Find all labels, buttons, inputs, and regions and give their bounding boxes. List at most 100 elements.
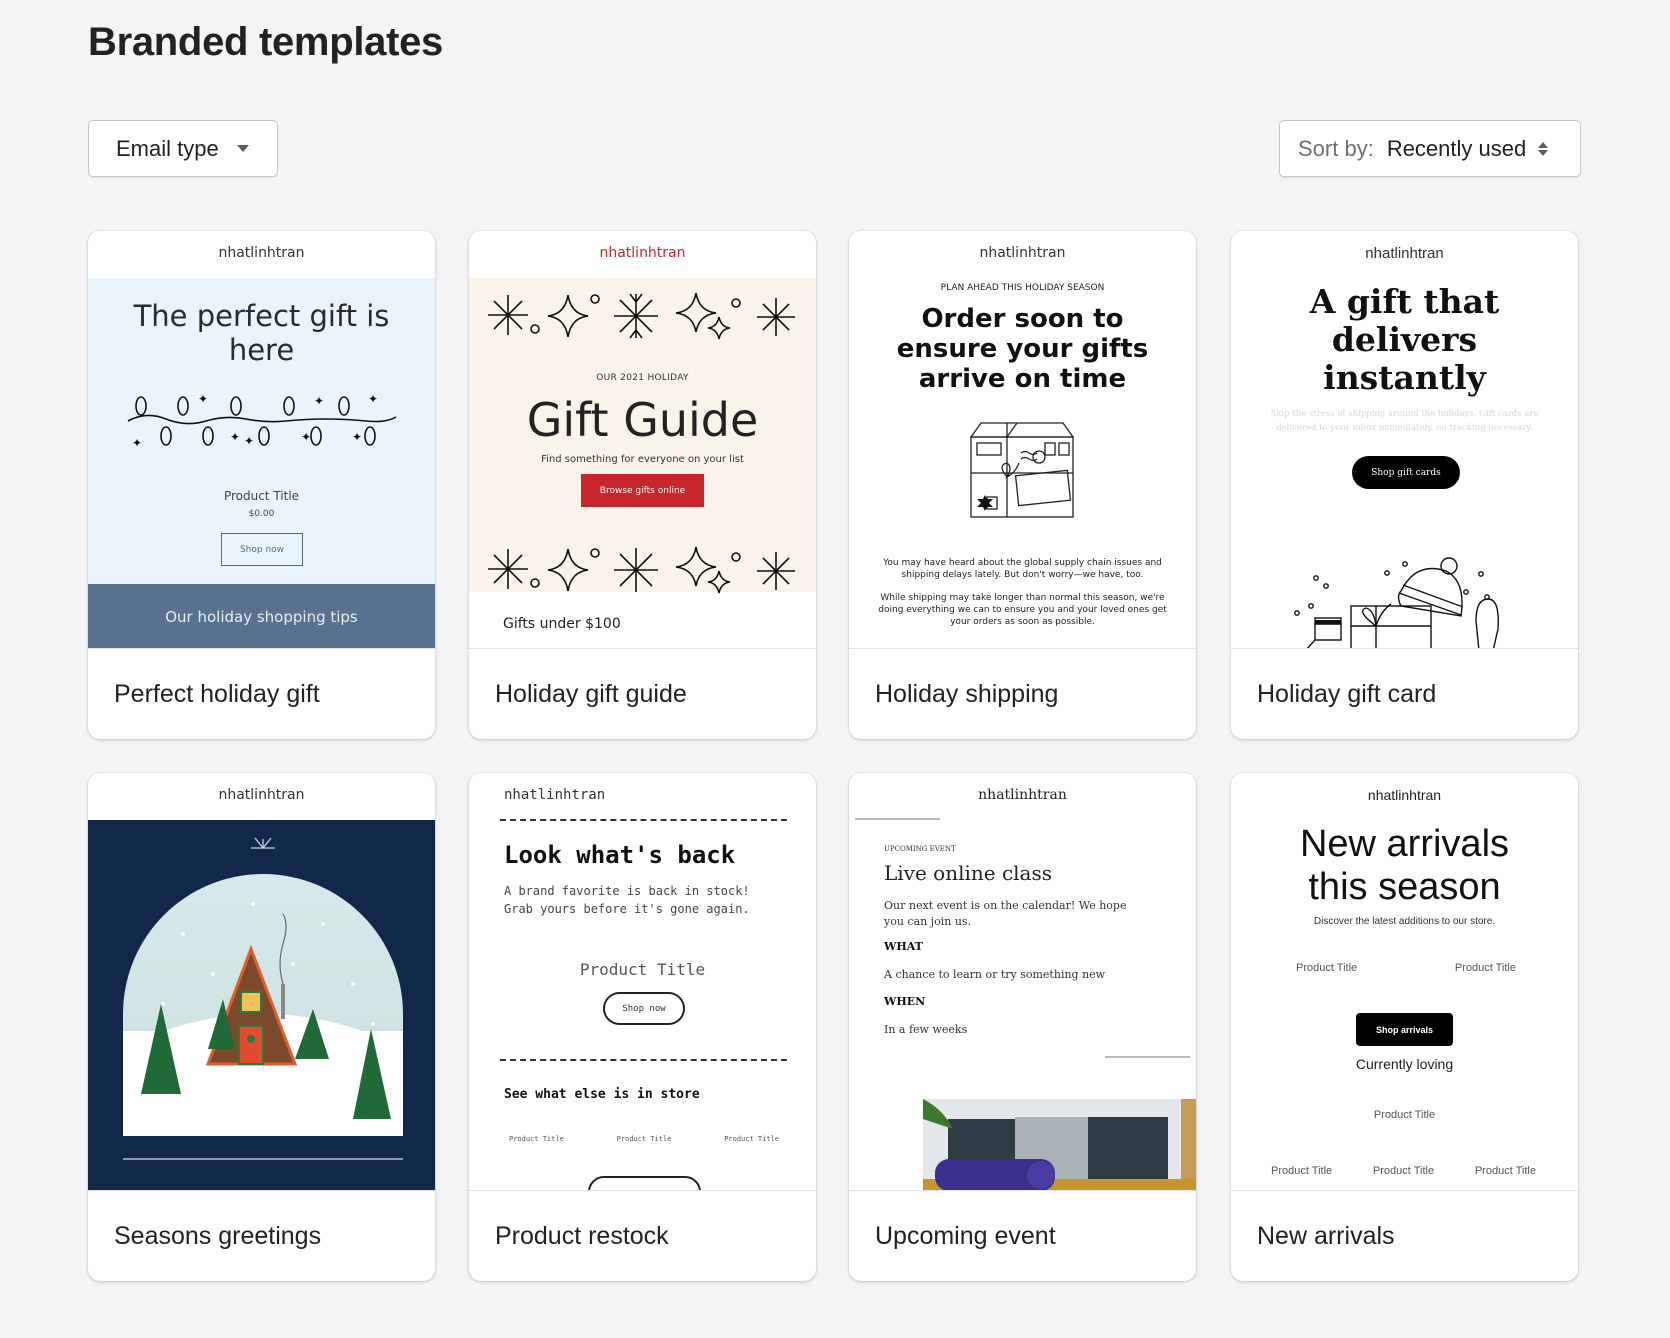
preview-subtext: Find something for everyone on your list [541, 454, 744, 465]
preview-headline: The perfect gift is here [133, 299, 390, 367]
preview-eyebrow: UPCOMING EVENT [884, 845, 956, 853]
preview-headline: A gift that delivers instantly [1309, 282, 1500, 397]
template-preview: nhatlinhtran OUR 2021 HOLIDAY Gift Guide… [469, 231, 816, 649]
preview-eyebrow: OUR 2021 HOLIDAY [596, 373, 689, 383]
template-card-product-restock[interactable]: nhatlinhtran Look what's back A brand fa… [469, 773, 816, 1281]
preview-body: You may have heard about the global supp… [869, 557, 1176, 628]
preview-body-paragraph: You may have heard about the global supp… [883, 558, 1162, 580]
svg-text:✦: ✦ [244, 434, 254, 448]
svg-text:✦: ✦ [314, 394, 324, 408]
template-name: Holiday gift guide [495, 679, 687, 708]
sort-label: Sort by: [1298, 135, 1374, 161]
preview-brand-name: nhatlinhtran [218, 787, 305, 803]
preview-section-title: See what else is in store [504, 1087, 700, 1102]
preview-what-label: WHAT [884, 940, 923, 953]
preview-banner: Our holiday shopping tips [88, 584, 435, 648]
preview-when-value: In a few weeks [884, 1023, 968, 1036]
template-preview: nhatlinhtran Look what's back A brand fa… [469, 773, 816, 1191]
preview-product-title: Product Title [1271, 1165, 1333, 1177]
divider [123, 1158, 403, 1160]
preview-product-row: Product Title Product Title [1296, 962, 1516, 974]
preview-body-paragraph: While shipping may take longer than norm… [878, 593, 1167, 627]
template-name: Holiday gift card [1257, 679, 1437, 708]
preview-shop-arrivals-button: Shop arrivals [1356, 1013, 1453, 1046]
preview-product-title: Product Title [223, 489, 300, 503]
preview-product-title: Product Title [724, 1135, 779, 1143]
preview-brand-name: nhatlinhtran [1367, 787, 1442, 803]
template-card-holiday-shipping[interactable]: nhatlinhtran PLAN AHEAD THIS HOLIDAY SEA… [849, 231, 1196, 739]
preview-section-title: Currently loving [1355, 1056, 1454, 1072]
snow-globe-cabin-image [123, 874, 403, 1136]
preview-product-title: Product Title [579, 960, 706, 979]
email-type-filter-button[interactable]: Email type [88, 120, 278, 177]
preview-brand-name: nhatlinhtran [1365, 245, 1444, 262]
preview-subtext-line: Grab yours before it's gone again. [504, 902, 750, 916]
sort-value: Recently used [1386, 135, 1527, 161]
template-name: Holiday shipping [875, 679, 1059, 708]
preview-headline: Live online class [884, 861, 1053, 885]
preview-subtext: A brand favorite is back in stock! Grab … [504, 882, 750, 918]
svg-text:✦: ✦ [132, 436, 142, 450]
preview-product-title: Product Title [509, 1135, 564, 1143]
template-name: Product restock [495, 1221, 669, 1250]
preview-subtext: Discover the latest additions to our sto… [1313, 916, 1496, 927]
page-title: Branded templates [88, 20, 443, 64]
template-preview: nhatlinhtran PLAN AHEAD THIS HOLIDAY SEA… [849, 231, 1196, 649]
template-name: Seasons greetings [114, 1221, 322, 1250]
preview-subtext-line: A brand favorite is back in stock! [504, 884, 750, 898]
preview-subtext: Skip the stress of shipping around the h… [1270, 409, 1539, 433]
string-lights-icon: ✦ ✦ ✦ ✦ ✦ ✦ ✦ ✦ [127, 392, 397, 450]
select-arrows-icon [1538, 141, 1549, 156]
preview-shop-button: Shop now [221, 533, 303, 566]
preview-price: $0.00 [248, 509, 275, 519]
preview-browse-button: Browse gifts online [581, 474, 704, 507]
template-card-seasons-greetings[interactable]: nhatlinhtran Seasons greetings [88, 773, 435, 1281]
preview-brand-name: nhatlinhtran [218, 245, 305, 261]
dashed-divider [500, 1059, 787, 1061]
preview-section-title: Gifts under $100 [503, 616, 621, 632]
parcel-box-icon [969, 422, 1075, 518]
email-type-label: Email type [116, 135, 219, 161]
preview-headline: Gift Guide [526, 393, 759, 447]
svg-text:✦: ✦ [230, 430, 240, 444]
sunburst-icon [251, 837, 275, 849]
template-preview: nhatlinhtran New arrivals this season Di… [1231, 773, 1578, 1191]
template-card-holiday-gift-guide[interactable]: nhatlinhtran OUR 2021 HOLIDAY Gift Guide… [469, 231, 816, 739]
dashed-divider [500, 819, 787, 821]
svg-text:✦: ✦ [198, 392, 208, 406]
winter-gifts-icon [1294, 557, 1499, 648]
preview-headline: Look what's back [504, 841, 736, 869]
preview-brand-name: nhatlinhtran [599, 245, 686, 261]
template-card-upcoming-event[interactable]: nhatlinhtran UPCOMING EVENT Live online … [849, 773, 1196, 1281]
yoga-mat-photo [923, 1099, 1196, 1190]
preview-product-title: Product Title [1373, 1109, 1436, 1121]
preview-discover-button [588, 1176, 701, 1190]
template-card-holiday-gift-card[interactable]: nhatlinhtran A gift that delivers instan… [1231, 231, 1578, 739]
svg-text:✦: ✦ [352, 430, 362, 444]
preview-when-label: WHEN [884, 995, 926, 1008]
caret-down-icon [236, 145, 249, 152]
preview-brand-name: nhatlinhtran [979, 245, 1066, 261]
preview-product-title: Product Title [1372, 1165, 1435, 1177]
template-preview: nhatlinhtran A gift that delivers instan… [1231, 231, 1578, 649]
template-preview: nhatlinhtran The perfect gift is here ✦ ✦… [88, 231, 435, 649]
snowflakes-icon [488, 292, 795, 340]
preview-product-row: Product Title Product Title Product Titl… [509, 1135, 779, 1143]
preview-brand-name: nhatlinhtran [504, 787, 606, 803]
preview-headline: Order soon to ensure your gifts arrive o… [896, 304, 1149, 394]
snowflakes-icon [488, 546, 795, 594]
preview-product-title: Product Title [616, 1135, 672, 1143]
preview-eyebrow: PLAN AHEAD THIS HOLIDAY SEASON [940, 283, 1105, 293]
preview-product-title: Product Title [1296, 962, 1358, 974]
preview-brand-name: nhatlinhtran [978, 787, 1067, 803]
preview-product-row: Product Title Product Title Product Titl… [1271, 1165, 1536, 1177]
preview-product-title: Product Title [1454, 962, 1516, 974]
preview-what-value: A chance to learn or try something new [884, 968, 1106, 981]
template-card-new-arrivals[interactable]: nhatlinhtran New arrivals this season Di… [1231, 773, 1578, 1281]
template-name: Perfect holiday gift [114, 679, 320, 708]
template-name: Upcoming event [875, 1221, 1056, 1250]
sort-select[interactable]: Sort by: Recently used [1279, 120, 1581, 177]
divider [855, 818, 940, 820]
template-card-perfect-holiday-gift[interactable]: nhatlinhtran The perfect gift is here ✦ ✦… [88, 231, 435, 739]
preview-shop-gift-cards-button: Shop gift cards [1352, 456, 1460, 489]
